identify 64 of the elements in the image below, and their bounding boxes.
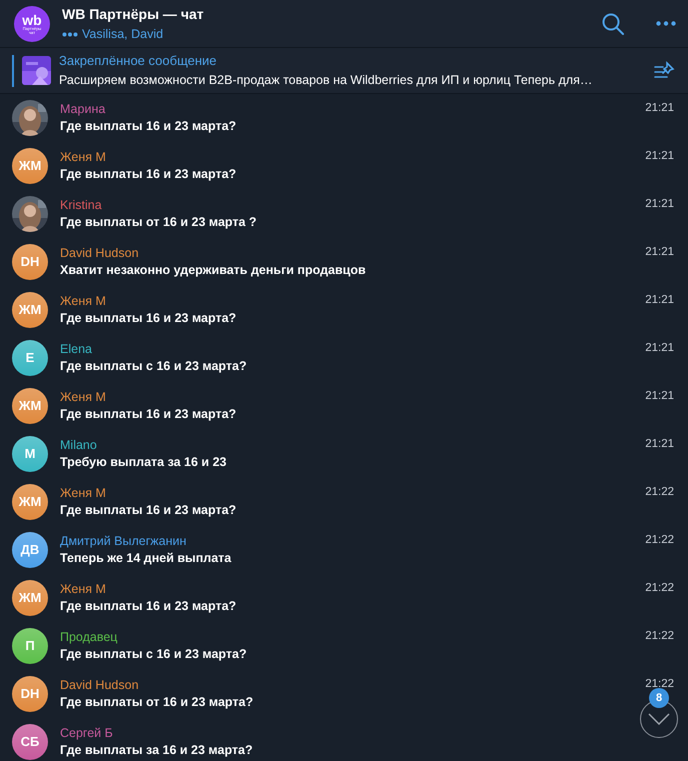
avatar: M bbox=[12, 436, 48, 472]
message-time: 21:21 bbox=[645, 389, 674, 404]
message-time: 21:22 bbox=[645, 533, 674, 548]
scroll-down-button[interactable] bbox=[640, 700, 678, 738]
message-time: 21:22 bbox=[645, 629, 674, 644]
search-icon[interactable] bbox=[602, 12, 624, 34]
message-text: Требую выплата за 16 и 23 bbox=[60, 454, 228, 471]
message-time: 21:21 bbox=[645, 101, 674, 116]
message-text: Где выплаты от 16 и 23 марта ? bbox=[60, 214, 258, 231]
more-icon[interactable] bbox=[656, 21, 676, 26]
author-name: David Hudson bbox=[60, 245, 140, 261]
message-text: Где выплаты с 16 и 23 марта? bbox=[60, 646, 248, 663]
author-name: Женя М bbox=[60, 485, 107, 501]
message-time: 21:21 bbox=[645, 245, 674, 260]
message-time: 21:21 bbox=[645, 197, 674, 212]
pinned-text: Расширяем возможности B2B-продаж товаров на Wildberries для ИП и юрлиц Теперь для… bbox=[59, 72, 594, 89]
message-text: Где выплаты 16 и 23 марта? bbox=[60, 118, 238, 135]
author-name: Milano bbox=[60, 437, 98, 453]
message-text: Где выплаты 16 и 23 марта? bbox=[60, 310, 238, 327]
message-time: 21:21 bbox=[645, 293, 674, 308]
message-time: 21:22 bbox=[645, 485, 674, 500]
message-text: Где выплаты за 16 и 23 марта? bbox=[60, 742, 254, 759]
author-name: Женя М bbox=[60, 389, 107, 405]
pinned-label: Закреплённое сообщение bbox=[59, 52, 218, 70]
avatar: ЖМ bbox=[12, 580, 48, 616]
author-name: Elena bbox=[60, 341, 93, 357]
pin-indicator bbox=[12, 54, 14, 86]
message-time: 21:21 bbox=[645, 149, 674, 164]
message-text: Где выплаты 16 и 23 марта? bbox=[60, 406, 238, 423]
message-text: Хватит незаконно удерживать деньги продавцов bbox=[60, 262, 367, 279]
chevron-down-icon bbox=[648, 713, 670, 725]
avatar: ЖМ bbox=[12, 484, 48, 520]
avatar: DH bbox=[12, 676, 48, 712]
author-name: Продавец bbox=[60, 629, 118, 645]
unread-badge: 8 bbox=[649, 688, 669, 708]
author-name: Дмитрий Вылегжанин bbox=[60, 533, 188, 549]
avatar: ЖМ bbox=[12, 148, 48, 184]
author-name: Kristina bbox=[60, 197, 103, 213]
typing-status: Vasilisa, David bbox=[82, 26, 164, 43]
typing-icon bbox=[62, 32, 78, 36]
avatar: E bbox=[12, 340, 48, 376]
author-name: Женя М bbox=[60, 149, 107, 165]
author-name: Марина bbox=[60, 101, 106, 117]
avatar: ДВ bbox=[12, 532, 48, 568]
author-name: Женя М bbox=[60, 581, 107, 597]
message-text: Где выплаты 16 и 23 марта? bbox=[60, 166, 238, 183]
message-text: Теперь же 14 дней выплата bbox=[60, 550, 232, 567]
avatar: ЖМ bbox=[12, 388, 48, 424]
avatar: DH bbox=[12, 244, 48, 280]
message-time: 21:21 bbox=[645, 437, 674, 452]
message-text: Где выплаты с 16 и 23 марта? bbox=[60, 358, 248, 375]
message-time: 21:22 bbox=[645, 581, 674, 596]
message-text: Где выплаты 16 и 23 марта? bbox=[60, 502, 238, 519]
avatar: ЖМ bbox=[12, 292, 48, 328]
message-time: 21:21 bbox=[645, 341, 674, 356]
message-text: Где выплаты от 16 и 23 марта? bbox=[60, 694, 254, 711]
author-name: Женя М bbox=[60, 293, 107, 309]
avatar: П bbox=[12, 628, 48, 664]
avatar: СБ bbox=[12, 724, 48, 760]
chat-title: WB Партнёры — чат bbox=[62, 4, 205, 24]
author-name: David Hudson bbox=[60, 677, 140, 693]
message-text: Где выплаты 16 и 23 марта? bbox=[60, 598, 238, 615]
pin-list-icon[interactable] bbox=[654, 60, 676, 80]
author-name: Сергей Б bbox=[60, 725, 114, 741]
